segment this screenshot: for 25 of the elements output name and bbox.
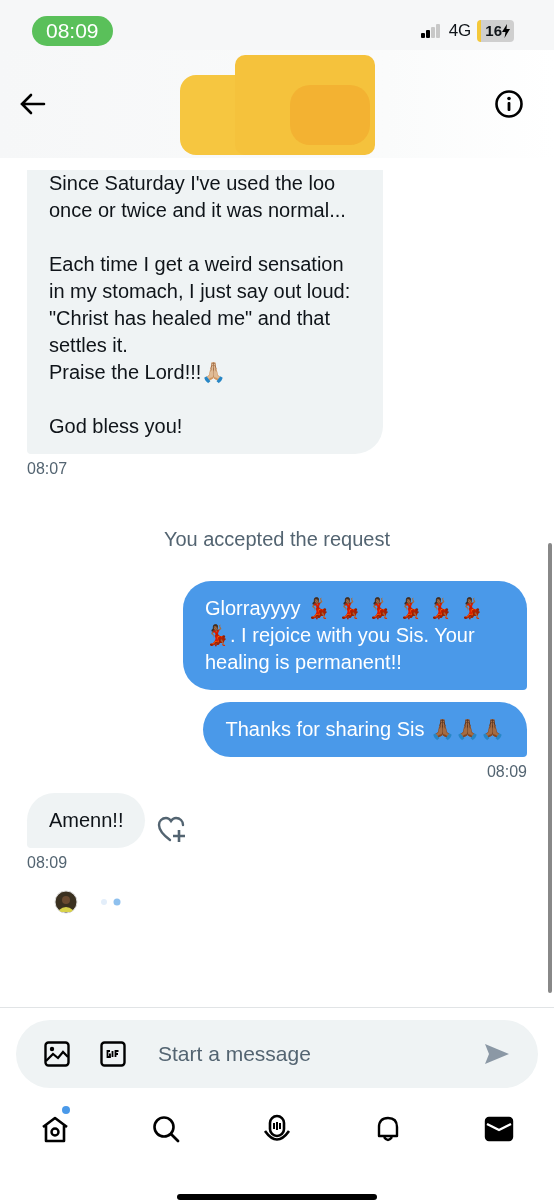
message-time: 08:07 xyxy=(27,460,68,478)
spaces-tab[interactable] xyxy=(262,1114,292,1144)
message-bubble: Since Saturday I've used the loo once or twice and it was normal... Each time I get a weird sensation in my stomach, I just say out loud: "Christ has healed me" and that settles it. Praise the Lord!!!🙏🏼 God bless you! xyxy=(27,170,383,454)
home-tab[interactable] xyxy=(40,1114,70,1144)
battery-indicator: 16 xyxy=(477,20,514,42)
send-icon[interactable] xyxy=(484,1043,510,1065)
avatar xyxy=(54,890,78,914)
network-label: 4G xyxy=(448,21,472,41)
message-bubble: Glorrayyyy 💃🏾 💃🏾 💃🏾 💃🏾 💃🏾 💃🏾 💃🏾. I rejoice with you Sis. Your healing is permanent!! xyxy=(183,581,527,690)
typing-indicator xyxy=(100,898,122,906)
add-reaction-icon[interactable] xyxy=(157,816,188,844)
message-bubble: Thanks for sharing Sis 🙏🏾🙏🏾🙏🏾 xyxy=(203,702,527,757)
signal-icon xyxy=(420,24,441,38)
info-icon[interactable] xyxy=(494,89,524,119)
search-tab[interactable] xyxy=(151,1114,181,1144)
gif-icon[interactable] xyxy=(100,1041,126,1067)
message-bubble: Amenn!! xyxy=(27,793,146,848)
status-time: 08:09 xyxy=(32,16,113,46)
message-time: 08:09 xyxy=(27,854,68,872)
back-icon[interactable] xyxy=(20,93,46,115)
message-time: 08:09 xyxy=(486,763,527,781)
message-input[interactable]: Start a message xyxy=(156,1041,454,1067)
image-icon[interactable] xyxy=(44,1041,70,1067)
mail-tab[interactable] xyxy=(484,1114,514,1144)
system-notice: You accepted the request xyxy=(162,528,392,551)
